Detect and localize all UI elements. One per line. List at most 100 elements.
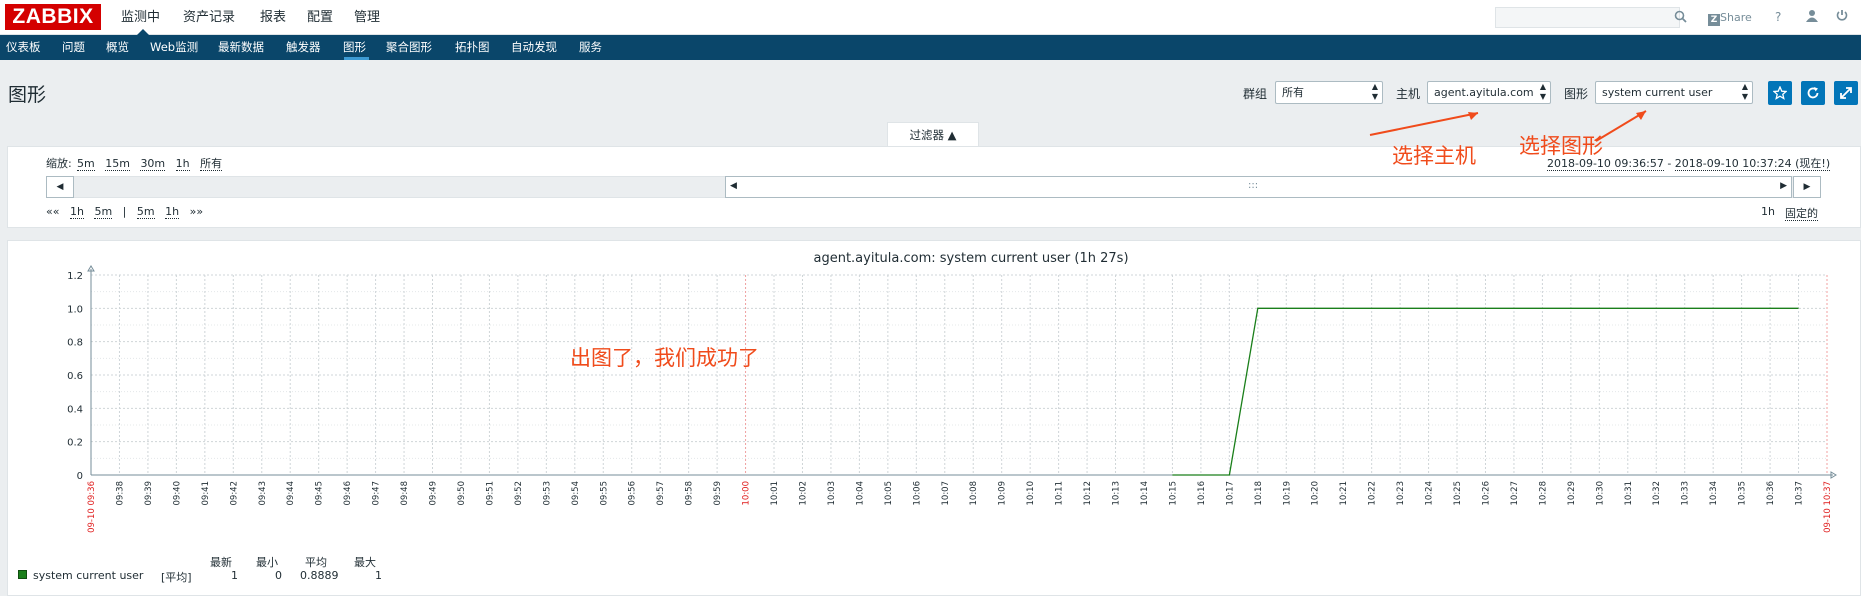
x-tick-label: 10:35 bbox=[1738, 481, 1748, 506]
legend-header-max: 最大 bbox=[354, 556, 376, 569]
zabbix-logo[interactable]: ZABBIX bbox=[5, 4, 101, 30]
fixed-toggle[interactable]: 固定的 bbox=[1785, 205, 1818, 221]
thumb-left-handle-icon[interactable]: ◀ bbox=[730, 181, 737, 191]
zoom-5m[interactable]: 5m bbox=[77, 157, 95, 171]
x-tick-label: 09:52 bbox=[514, 481, 524, 506]
x-tick-label: 09:56 bbox=[628, 481, 638, 506]
x-tick-label: 10:31 bbox=[1624, 481, 1634, 506]
subnav-problems[interactable]: 问题 bbox=[62, 35, 85, 60]
x-tick-label: 10:16 bbox=[1197, 481, 1207, 506]
nav-fwd-all[interactable]: »» bbox=[190, 205, 203, 218]
menu-configuration[interactable]: 配置 bbox=[307, 0, 333, 35]
y-tick-label: 0 bbox=[77, 471, 83, 482]
x-tick-label: 09:54 bbox=[571, 481, 581, 506]
filter-toggle-tab[interactable]: 过滤器 ▲ bbox=[887, 122, 979, 147]
subnav-triggers[interactable]: 触发器 bbox=[286, 35, 321, 60]
zoom-15m[interactable]: 15m bbox=[105, 157, 130, 171]
x-tick-label: 10:34 bbox=[1709, 481, 1719, 506]
x-tick-label: 09:46 bbox=[343, 481, 353, 506]
nav-fwd-5m[interactable]: 5m bbox=[136, 205, 155, 219]
top-bar: ZABBIX 监测中 资产记录 报表 配置 管理 Z Share ? bbox=[0, 0, 1861, 35]
x-tick-label: 10:19 bbox=[1282, 481, 1292, 506]
x-tick-label: 09:43 bbox=[258, 481, 268, 506]
group-select[interactable]: 所有 ▲ ▼ bbox=[1275, 81, 1383, 104]
y-tick-label: 0.6 bbox=[67, 371, 83, 382]
refresh-button[interactable] bbox=[1801, 81, 1825, 105]
fixed-label: 固定的 bbox=[1785, 207, 1818, 221]
x-tick-label: 10:14 bbox=[1140, 481, 1150, 506]
graph-label: 图形 bbox=[1564, 87, 1589, 101]
scroll-right-button[interactable]: ▶ bbox=[1793, 176, 1821, 198]
select-arrows-icon: ▲ ▼ bbox=[1741, 82, 1748, 101]
y-tick-label: 1.0 bbox=[67, 304, 83, 315]
subnav-maps[interactable]: 拓扑图 bbox=[455, 35, 490, 60]
share-button[interactable]: Z Share bbox=[1708, 9, 1752, 26]
x-tick-label: 10:37 bbox=[1795, 481, 1805, 506]
y-tick-label: 0.4 bbox=[67, 404, 83, 415]
period-to[interactable]: 2018-09-10 10:37:24 (现在!) bbox=[1674, 157, 1831, 171]
group-label: 群组 bbox=[1243, 87, 1268, 101]
subnav-dashboard[interactable]: 仪表板 bbox=[6, 35, 41, 60]
subnav-overview[interactable]: 概览 bbox=[106, 35, 129, 60]
subnav-active-indicator bbox=[344, 57, 369, 60]
sign-out-icon[interactable] bbox=[1836, 9, 1848, 25]
nav-fwd-1h[interactable]: 1h bbox=[165, 205, 180, 219]
subnav-web[interactable]: Web监测 bbox=[150, 35, 198, 60]
subnav-services[interactable]: 服务 bbox=[579, 35, 602, 60]
nav-divider: | bbox=[122, 205, 127, 218]
group-select-value: 所有 bbox=[1282, 86, 1304, 99]
period-nav: «« 1h 5m | 5m 1h »» bbox=[46, 205, 203, 219]
select-arrows-icon: ▲ ▼ bbox=[1539, 82, 1546, 101]
x-tick-label: 10:20 bbox=[1311, 481, 1321, 506]
subnav-latest-data[interactable]: 最新数据 bbox=[218, 35, 264, 60]
user-profile-icon[interactable] bbox=[1806, 9, 1818, 25]
subnav-screens[interactable]: 聚合图形 bbox=[386, 35, 432, 60]
fullscreen-button[interactable] bbox=[1834, 81, 1858, 105]
x-tick-label: 09:51 bbox=[485, 481, 495, 506]
x-tick-label: 10:04 bbox=[855, 481, 865, 506]
nav-back-5m[interactable]: 5m bbox=[94, 205, 113, 219]
share-icon: Z bbox=[1708, 14, 1720, 26]
x-tick-label: 10:28 bbox=[1538, 481, 1548, 506]
x-tick-label: 09:41 bbox=[201, 481, 211, 506]
x-tick-label: 09:42 bbox=[229, 481, 239, 506]
x-tick-label: 10:15 bbox=[1168, 481, 1178, 506]
x-tick-label: 09:49 bbox=[429, 481, 439, 506]
period-duration: 1h bbox=[1761, 205, 1775, 218]
annotation-select-graph: 选择图形 bbox=[1519, 134, 1603, 158]
fullscreen-icon bbox=[1840, 87, 1852, 99]
search-input[interactable] bbox=[1495, 7, 1680, 28]
graph-chart[interactable]: agent.ayitula.com: system current user (… bbox=[0, 240, 1861, 596]
search-icon[interactable] bbox=[1674, 10, 1687, 26]
nav-back-all[interactable]: «« bbox=[46, 205, 59, 218]
nav-back-1h[interactable]: 1h bbox=[69, 205, 84, 219]
help-icon[interactable]: ? bbox=[1775, 9, 1781, 25]
x-tick-label: 09:57 bbox=[656, 481, 666, 506]
menu-reports[interactable]: 报表 bbox=[260, 0, 286, 35]
x-tick-label: 09:48 bbox=[400, 481, 410, 506]
x-tick-label: 10:03 bbox=[827, 481, 837, 506]
x-tick-label: 09:40 bbox=[172, 481, 182, 506]
thumb-right-handle-icon[interactable]: ▶ bbox=[1780, 181, 1787, 191]
host-select-value: agent.ayitula.com bbox=[1434, 86, 1534, 99]
timeline-scrollbar-thumb[interactable]: ◀ ::: ▶ bbox=[725, 176, 1792, 198]
x-tick-label: 10:08 bbox=[969, 481, 979, 506]
menu-inventory[interactable]: 资产记录 bbox=[183, 0, 235, 35]
zoom-30m[interactable]: 30m bbox=[140, 157, 166, 171]
favorite-button[interactable] bbox=[1768, 81, 1792, 105]
zoom-all[interactable]: 所有 bbox=[200, 157, 223, 171]
scroll-left-button[interactable]: ◀ bbox=[46, 176, 74, 198]
annotation-select-host: 选择主机 bbox=[1392, 144, 1476, 168]
host-select[interactable]: agent.ayitula.com ▲ ▼ bbox=[1427, 81, 1551, 104]
y-tick-label: 1.2 bbox=[67, 271, 83, 282]
graph-select-value: system current user bbox=[1602, 86, 1713, 99]
graph-select[interactable]: system current user ▲ ▼ bbox=[1595, 81, 1753, 104]
x-tick-label: 09:58 bbox=[685, 481, 695, 506]
x-tick-label: 10:26 bbox=[1481, 481, 1491, 506]
x-tick-label: 10:36 bbox=[1766, 481, 1776, 506]
legend-value-min: 0 bbox=[275, 569, 282, 582]
menu-administration[interactable]: 管理 bbox=[354, 0, 380, 35]
x-tick-label: 09-10 10:37 bbox=[1823, 481, 1833, 533]
subnav-discovery[interactable]: 自动发现 bbox=[511, 35, 557, 60]
zoom-1h[interactable]: 1h bbox=[175, 157, 190, 171]
